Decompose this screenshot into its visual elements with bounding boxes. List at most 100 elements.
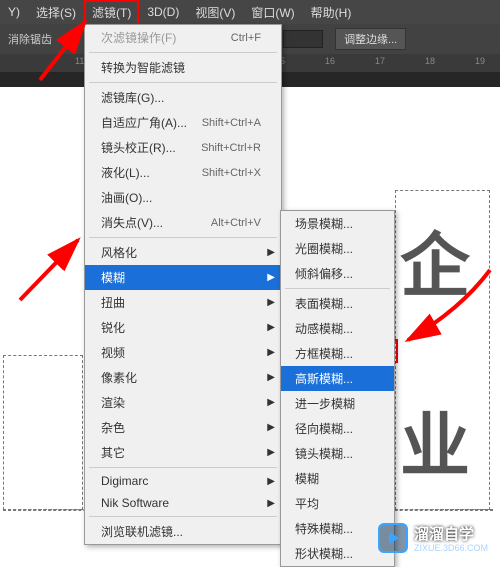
menu-select[interactable]: 选择(S) [28,0,84,25]
menu-lens-correction[interactable]: 镜头校正(R)... Shift+Ctrl+R [85,135,281,160]
play-icon [378,523,408,553]
menu-browse-online[interactable]: 浏览联机滤镜... [85,519,281,544]
chevron-right-icon: ▶ [267,247,275,258]
ruler-mark: 18 [425,56,435,66]
separator [89,467,277,468]
shortcut: Shift+Ctrl+R [201,142,261,154]
menu-item-label: 油画(O)... [101,189,152,206]
menubar: Y) 选择(S) 滤镜(T) 3D(D) 视图(V) 窗口(W) 帮助(H) [0,0,500,24]
menu-item-label: 风格化 [101,244,137,261]
submenu-radial-blur[interactable]: 径向模糊... [281,416,394,441]
chevron-right-icon: ▶ [267,476,275,487]
menu-blur[interactable]: 模糊 ▶ [85,265,281,290]
chevron-right-icon: ▶ [267,447,275,458]
submenu-average[interactable]: 平均 [281,491,394,516]
submenu-blur[interactable]: 模糊 [281,466,394,491]
menu-nik[interactable]: Nik Software ▶ [85,492,281,514]
menu-item-label: 浏览联机滤镜... [101,523,183,540]
menu-sharpen[interactable]: 锐化 ▶ [85,315,281,340]
menu-item-label: 转换为智能滤镜 [101,59,185,76]
submenu-blur-more[interactable]: 进一步模糊 [281,391,394,416]
separator [89,237,277,238]
submenu-field-blur[interactable]: 场景模糊... [281,211,394,236]
menu-pixelate[interactable]: 像素化 ▶ [85,365,281,390]
separator [89,52,277,53]
menu-item-label: 次滤镜操作(F) [101,29,176,46]
height-input[interactable] [283,30,323,48]
menu-y[interactable]: Y) [0,1,28,23]
menu-item-label: 杂色 [101,419,125,436]
adjust-edge-button[interactable]: 调整边缘... [335,28,406,50]
ruler-mark: 11 [75,56,84,66]
shortcut: Alt+Ctrl+V [211,217,261,229]
antialias-label: 消除锯齿 [8,31,52,47]
menu-view[interactable]: 视图(V) [187,0,243,25]
ruler-mark: 19 [475,56,485,66]
menu-item-label: 视频 [101,344,125,361]
menu-last-filter[interactable]: 次滤镜操作(F) Ctrl+F [85,25,281,50]
menu-window[interactable]: 窗口(W) [243,0,302,25]
menu-item-label: 锐化 [101,319,125,336]
menu-vanishing[interactable]: 消失点(V)... Alt+Ctrl+V [85,210,281,235]
separator [285,288,390,289]
menu-item-label: 滤镜库(G)... [101,89,164,106]
chevron-right-icon: ▶ [267,498,275,509]
submenu-tilt-shift[interactable]: 倾斜偏移... [281,261,394,286]
selection-marquee [3,355,83,510]
menu-help[interactable]: 帮助(H) [303,0,360,25]
shortcut: Shift+Ctrl+A [202,117,261,129]
chevron-right-icon: ▶ [267,397,275,408]
shortcut: Ctrl+F [231,32,261,44]
menu-digimarc[interactable]: Digimarc ▶ [85,470,281,492]
menu-distort[interactable]: 扭曲 ▶ [85,290,281,315]
separator [89,82,277,83]
menu-video[interactable]: 视频 ▶ [85,340,281,365]
menu-filter[interactable]: 滤镜(T) [84,0,139,25]
menu-liquify[interactable]: 液化(L)... Shift+Ctrl+X [85,160,281,185]
menu-noise[interactable]: 杂色 ▶ [85,415,281,440]
watermark-text: 溜溜自学 [414,526,474,543]
menu-item-label: 消失点(V)... [101,214,163,231]
menu-item-label: 渲染 [101,394,125,411]
watermark: 溜溜自学 ZIXUE.3D66.COM [378,523,488,553]
menu-item-label: 扭曲 [101,294,125,311]
canvas-text: 业 [400,390,470,491]
chevron-right-icon: ▶ [267,322,275,333]
chevron-right-icon: ▶ [267,372,275,383]
filter-menu: 次滤镜操作(F) Ctrl+F 转换为智能滤镜 滤镜库(G)... 自适应广角(… [84,24,282,545]
submenu-iris-blur[interactable]: 光圈模糊... [281,236,394,261]
submenu-motion-blur[interactable]: 动感模糊... [281,316,394,341]
chevron-right-icon: ▶ [267,422,275,433]
menu-oil-paint[interactable]: 油画(O)... [85,185,281,210]
menu-item-label: 其它 [101,444,125,461]
watermark-sub: ZIXUE.3D66.COM [414,544,488,553]
canvas-text: 企 [400,210,470,311]
menu-render[interactable]: 渲染 ▶ [85,390,281,415]
menu-item-label: 镜头校正(R)... [101,139,176,156]
menu-other[interactable]: 其它 ▶ [85,440,281,465]
menu-adaptive-wide[interactable]: 自适应广角(A)... Shift+Ctrl+A [85,110,281,135]
menu-item-label: 自适应广角(A)... [101,114,187,131]
shortcut: Shift+Ctrl+X [202,167,261,179]
chevron-right-icon: ▶ [267,297,275,308]
chevron-right-icon: ▶ [267,347,275,358]
submenu-surface-blur[interactable]: 表面模糊... [281,291,394,316]
ruler-mark: 17 [375,56,385,66]
submenu-gaussian-blur[interactable]: 高斯模糊... [281,366,394,391]
menu-item-label: Digimarc [101,474,148,488]
menu-3d[interactable]: 3D(D) [139,1,187,23]
chevron-right-icon: ▶ [267,272,275,283]
menu-item-label: 像素化 [101,369,137,386]
menu-item-label: 液化(L)... [101,164,150,181]
menu-item-label: Nik Software [101,496,169,510]
menu-filter-gallery[interactable]: 滤镜库(G)... [85,85,281,110]
ruler-mark: 16 [325,56,335,66]
menu-stylize[interactable]: 风格化 ▶ [85,240,281,265]
selection-marquee [395,190,490,510]
separator [89,516,277,517]
submenu-lens-blur[interactable]: 镜头模糊... [281,441,394,466]
menu-convert-smart[interactable]: 转换为智能滤镜 [85,55,281,80]
blur-submenu: 场景模糊... 光圈模糊... 倾斜偏移... 表面模糊... 动感模糊... … [280,210,395,567]
menu-item-label: 模糊 [101,269,125,286]
submenu-box-blur[interactable]: 方框模糊... [281,341,394,366]
